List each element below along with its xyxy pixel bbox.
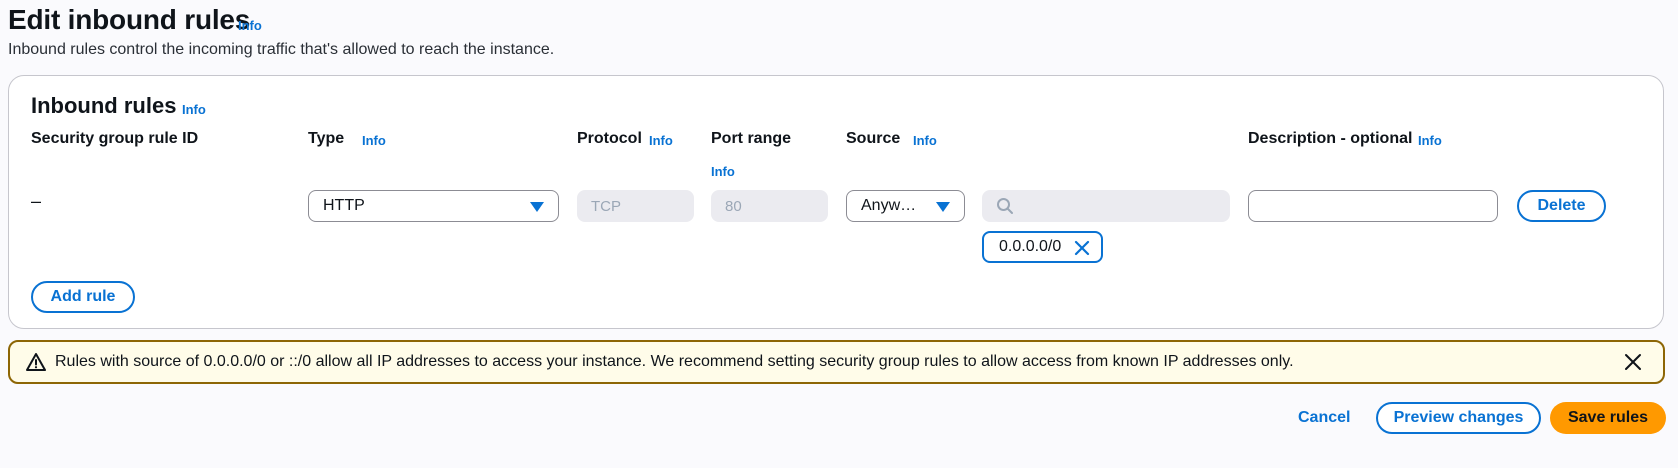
add-rule-button[interactable]: Add rule: [31, 281, 135, 313]
page-title-info-link[interactable]: Info: [238, 18, 262, 33]
panel-title: Inbound rules: [31, 93, 177, 118]
source-info-link[interactable]: Info: [913, 133, 937, 148]
save-rules-button[interactable]: Save rules: [1550, 402, 1666, 434]
port-range-info-link[interactable]: Info: [711, 164, 735, 179]
description-input[interactable]: [1248, 190, 1498, 222]
source-search-input[interactable]: [1020, 190, 1224, 222]
column-header-rule-id: Security group rule ID: [31, 130, 199, 147]
protocol-input: TCP: [577, 190, 694, 222]
column-header-source: Source: [846, 130, 901, 147]
delete-rule-button[interactable]: Delete: [1517, 190, 1606, 222]
warning-alert-text: Rules with source of 0.0.0.0/0 or ::/0 a…: [55, 353, 1294, 370]
search-icon: [997, 198, 1013, 214]
warning-alert: Rules with source of 0.0.0.0/0 or ::/0 a…: [8, 340, 1665, 384]
description-info-link[interactable]: Info: [1418, 133, 1442, 148]
type-select-value: HTTP: [323, 197, 365, 214]
panel-title-info-link[interactable]: Info: [182, 102, 206, 117]
type-select[interactable]: HTTP: [308, 190, 559, 222]
page-description: Inbound rules control the incoming traff…: [8, 41, 555, 58]
close-icon[interactable]: [1073, 239, 1091, 257]
source-search-field[interactable]: [982, 190, 1230, 222]
page-title: Edit inbound rules: [8, 4, 251, 35]
preview-changes-button[interactable]: Preview changes: [1376, 402, 1541, 434]
column-header-protocol: Protocol: [577, 130, 642, 147]
protocol-info-link[interactable]: Info: [649, 133, 673, 148]
source-token-label: 0.0.0.0/0: [999, 238, 1062, 255]
source-select-value: Anyw…: [861, 197, 917, 214]
column-header-description: Description - optional: [1248, 130, 1413, 147]
column-header-port-range: Port range: [711, 130, 792, 147]
close-icon[interactable]: [1623, 352, 1643, 372]
type-info-link[interactable]: Info: [362, 133, 386, 148]
source-select[interactable]: Anyw…: [846, 190, 965, 222]
caret-down-icon: [530, 202, 544, 212]
caret-down-icon: [936, 202, 950, 212]
rule-id-value: –: [31, 191, 42, 211]
source-token: 0.0.0.0/0: [982, 231, 1103, 263]
column-header-type: Type: [308, 130, 345, 147]
warning-icon: [26, 353, 46, 371]
port-range-input: 80: [711, 190, 828, 222]
cancel-button[interactable]: Cancel: [1298, 409, 1350, 427]
